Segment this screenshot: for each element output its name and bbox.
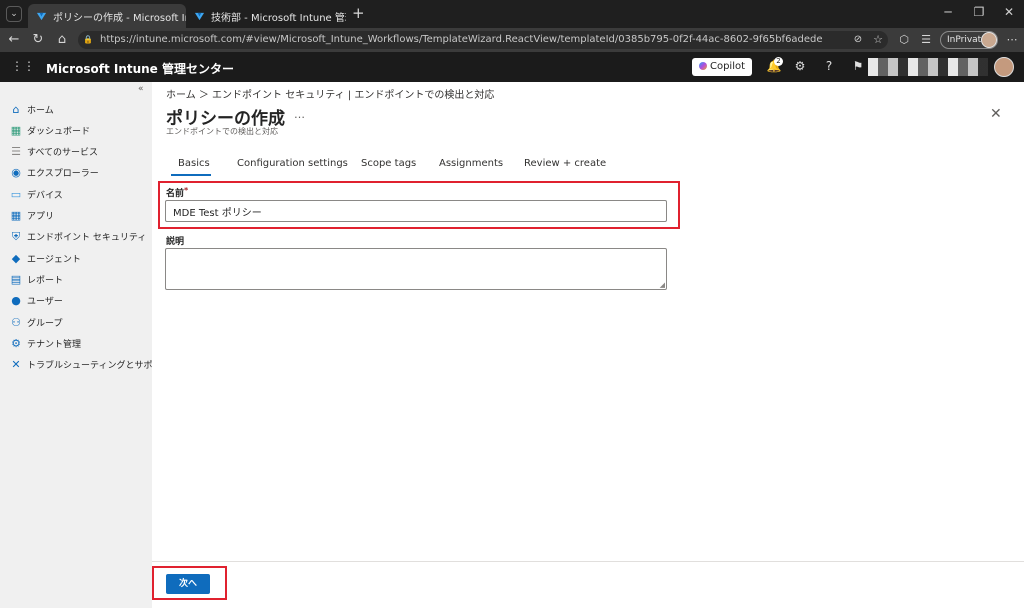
account-info-redacted[interactable] xyxy=(868,58,988,76)
sidebar-item-label: エージェント xyxy=(27,254,81,265)
sidebar-item-label: レポート xyxy=(27,275,64,286)
page-subtitle: エンドポイントでの検出と対応 xyxy=(166,127,278,136)
sidebar-item-label: アプリ xyxy=(27,212,55,222)
profile-avatar[interactable] xyxy=(981,32,997,48)
sidebar-item-label: グループ xyxy=(27,318,63,329)
back-icon[interactable]: ← xyxy=(6,32,22,48)
groups-icon: ⚇ xyxy=(11,315,21,329)
sidebar-item[interactable]: ⚇ グループ xyxy=(10,313,62,331)
agents-icon: ◆ xyxy=(11,251,21,265)
main-blade: ホーム ＞ エンドポイント セキュリティ | エンドポイントでの検出と対応 ポリ… xyxy=(152,82,1024,608)
name-field-highlight xyxy=(158,181,680,229)
sidebar-item[interactable]: ⛨ エンドポイント セキュリティ xyxy=(10,228,146,246)
sidebar-item-label: トラブルシューティングとサポート xyxy=(27,361,171,372)
app-title[interactable]: Microsoft Intune 管理センター xyxy=(46,60,234,77)
collapse-nav-icon[interactable]: « xyxy=(138,84,144,94)
tab-title: ポリシーの作成 - Microsoft Intune 管 xyxy=(53,12,186,24)
tab-actions-icon[interactable]: ⌄ xyxy=(6,6,22,22)
restore-icon[interactable]: ❐ xyxy=(969,5,989,19)
settings-icon[interactable]: ⚙ xyxy=(792,59,808,73)
window-close-icon[interactable]: ✕ xyxy=(999,5,1019,19)
account-avatar[interactable] xyxy=(994,57,1014,77)
sidebar-item[interactable]: ⚙ テナント管理 xyxy=(10,334,81,352)
portal-body: « ⌂ ホーム ▦ ダッシュボード ☰ すべてのサービス ◉ エクスプローラー ▭ デバイス ▦ アプ… xyxy=(0,82,1024,608)
troubleshooting-icon: ✕ xyxy=(11,358,21,372)
new-tab-button[interactable]: + xyxy=(352,4,365,22)
all-services-icon: ☰ xyxy=(11,145,21,159)
next-button-highlight xyxy=(152,566,227,600)
extensions-icon[interactable]: ⬡ xyxy=(896,32,912,48)
dashboard-icon: ▦ xyxy=(10,123,22,137)
sidebar-item-label: ユーザー xyxy=(27,297,63,308)
copilot-button[interactable]: Copilot xyxy=(692,58,752,76)
explorer-icon: ◉ xyxy=(11,166,21,180)
tab-scope-tags[interactable]: Scope tags xyxy=(361,158,416,169)
more-actions-icon[interactable]: … xyxy=(294,108,305,121)
endpoint-security-icon: ⛨ xyxy=(11,229,21,243)
tab-title: 技術部 - Microsoft Intune 管理セン xyxy=(211,12,346,24)
sidebar-item-label: ダッシュボード xyxy=(27,126,91,137)
selected-tab-indicator xyxy=(171,174,211,176)
devices-icon: ▭ xyxy=(10,187,22,201)
apps-icon: ▦ xyxy=(10,209,22,222)
close-blade-icon[interactable]: ✕ xyxy=(990,106,1002,122)
sidebar-item-label: テナント管理 xyxy=(27,339,82,350)
notification-count: 2 xyxy=(774,57,783,66)
sidebar-item[interactable]: ◆ エージェント xyxy=(10,249,81,267)
sidebar-item[interactable]: ☰ すべてのサービス xyxy=(10,143,98,161)
left-nav: « ⌂ ホーム ▦ ダッシュボード ☰ すべてのサービス ◉ エクスプローラー ▭ デバイス ▦ アプ… xyxy=(0,82,170,608)
sidebar-item[interactable]: ✕ トラブルシューティングとサポート xyxy=(10,356,170,374)
browser-tab[interactable]: 技術部 - Microsoft Intune 管理セン ✕ xyxy=(186,4,346,28)
sidebar-item-label: デバイス xyxy=(27,190,63,201)
sidebar-item[interactable]: ▦ アプリ xyxy=(10,207,54,225)
minimize-icon[interactable]: ─ xyxy=(938,5,958,19)
copilot-icon xyxy=(698,62,707,70)
tab-review-create[interactable]: Review + create xyxy=(524,158,606,169)
browser-tab-strip: ⌄ ポリシーの作成 - Microsoft Intune 管 ✕ 技術部 - M… xyxy=(0,0,1024,28)
users-icon: ● xyxy=(11,294,21,308)
browser-tab-active[interactable]: ポリシーの作成 - Microsoft Intune 管 ✕ xyxy=(28,4,186,28)
home-icon: ⌂ xyxy=(12,102,20,116)
tab-assignments[interactable]: Assignments xyxy=(439,158,503,169)
refresh-icon[interactable]: ↻ xyxy=(30,32,46,48)
tab-basics[interactable]: Basics xyxy=(178,158,210,169)
sidebar-item[interactable]: ◉ エクスプローラー xyxy=(10,164,99,182)
sidebar-item[interactable]: ⌂ ホーム xyxy=(10,100,54,118)
sidebar-item[interactable]: ● ユーザー xyxy=(10,292,63,310)
breadcrumb[interactable]: ホーム ＞ エンドポイント セキュリティ | エンドポイントでの検出と対応 xyxy=(166,86,494,101)
tab-configuration-settings[interactable]: Configuration settings xyxy=(237,158,348,169)
reports-icon: ▤ xyxy=(10,272,22,286)
collections-icon[interactable]: ☰ xyxy=(918,32,934,48)
url-field[interactable]: 🔒 https://intune.microsoft.com/#view/Mic… xyxy=(78,31,888,49)
help-icon[interactable]: ? xyxy=(821,59,837,73)
description-label: 説明 xyxy=(166,237,185,247)
sidebar-item-label: ホーム xyxy=(27,105,54,116)
intune-icon xyxy=(36,12,47,20)
portal-header: ⋮⋮ Microsoft Intune 管理センター Copilot 🔔 2 ⚙… xyxy=(0,52,1024,82)
description-field[interactable]: ◢ xyxy=(165,248,667,290)
sidebar-item[interactable]: ▭ デバイス xyxy=(10,185,63,203)
address-bar-row: ← ↻ ⌂ 🔒 https://intune.microsoft.com/#vi… xyxy=(0,28,1024,52)
feedback-icon[interactable]: ⚑ xyxy=(850,59,866,73)
sidebar-item[interactable]: ▤ レポート xyxy=(10,270,63,288)
footer-divider xyxy=(152,561,1024,562)
sidebar-item[interactable]: ▦ ダッシュボード xyxy=(10,121,90,139)
sidebar-item-label: エクスプローラー xyxy=(27,169,99,180)
more-icon[interactable]: ⋯ xyxy=(1004,32,1020,48)
app-launcher-icon[interactable]: ⋮⋮ xyxy=(11,59,35,73)
tenant-admin-icon: ⚙ xyxy=(11,336,21,350)
sidebar-item-label: すべてのサービス xyxy=(27,148,99,159)
sidebar-item-label: エンドポイント セキュリティ xyxy=(27,233,147,244)
favorite-icon[interactable]: ☆ xyxy=(870,32,886,48)
resize-handle-icon[interactable]: ◢ xyxy=(660,281,665,289)
lock-icon: 🔒 xyxy=(83,35,93,44)
tracking-prevention-icon[interactable]: ⊘ xyxy=(850,32,866,48)
intune-icon xyxy=(194,12,205,20)
home-icon[interactable]: ⌂ xyxy=(54,32,70,48)
